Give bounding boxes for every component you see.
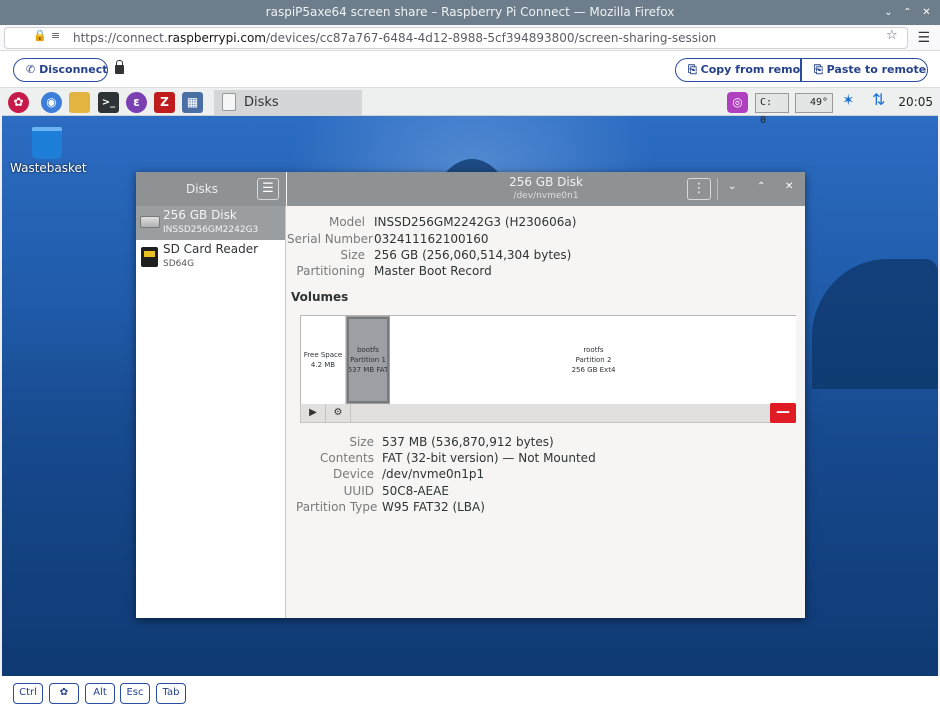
remote-screen[interactable]: ✿ ◉ >_ ε Z ▦ Disks ◎ C: 0 49° ✶ ⇅ 20:05 …	[2, 89, 938, 676]
volume-size-value: 537 MB (536,870,912 bytes)	[382, 435, 554, 449]
model-label: Model	[328, 215, 365, 229]
file-manager-icon[interactable]	[69, 92, 90, 113]
network-app-icon[interactable]: ▦	[182, 92, 203, 113]
partition-type-label: Partition Type	[296, 500, 378, 514]
drive-options-button[interactable]: ⋮	[687, 178, 711, 200]
sd-card-icon	[141, 247, 158, 267]
model-value: INSSD256GM2242G3 (H230606a)	[374, 215, 577, 229]
permissions-icon[interactable]: ≡	[51, 29, 60, 42]
mount-play-icon[interactable]: ▶	[301, 404, 326, 422]
browser-icon[interactable]: ◉	[41, 92, 62, 113]
window-close-icon[interactable]: ✕	[785, 181, 793, 192]
network-arrows-icon[interactable]: ⇅	[872, 90, 885, 109]
secure-lock-icon	[115, 60, 124, 74]
disks-window: Disks ☰ 256 GB Disk INSSD256GM2242G3 SD …	[136, 172, 805, 618]
window-minimize-icon[interactable]: ⌄	[728, 181, 736, 192]
clock[interactable]: 20:05	[898, 89, 933, 116]
window-maximize-icon[interactable]: ⌃	[757, 181, 765, 192]
address-field[interactable]: https://connect.raspberrypi.com/devices/…	[4, 27, 908, 49]
hard-disk-icon	[140, 216, 160, 228]
taskbar-task-disks[interactable]: Disks	[214, 90, 362, 115]
uuid-value: 50C8-AEAE	[382, 484, 449, 498]
connect-indicator-icon[interactable]: ◎	[727, 92, 748, 113]
copy-from-remote-button[interactable]: ⎘ Copy from remote	[675, 58, 813, 82]
device-item-sd-card-reader[interactable]: SD Card Reader SD64G	[136, 240, 285, 274]
size-label: Size	[340, 248, 365, 262]
temperature-monitor[interactable]: 49°	[795, 93, 833, 113]
disks-sidebar: Disks ☰ 256 GB Disk INSSD256GM2242G3 SD …	[136, 172, 286, 618]
window-controls: ⌄ ⌃ ✕	[883, 0, 932, 25]
sidebar-title: Disks	[185, 182, 219, 196]
bookmark-star-icon[interactable]: ☆	[886, 28, 898, 43]
device-value: /dev/nvme0n1p1	[382, 467, 485, 481]
pi-taskbar: ✿ ◉ >_ ε Z ▦ Disks ◎ C: 0 49° ✶ ⇅ 20:05	[2, 89, 938, 126]
raspberry-icon: ✿	[59, 687, 69, 698]
app-menu-icon[interactable]: ☰	[917, 30, 930, 46]
delete-partition-button[interactable]: —	[770, 403, 796, 423]
disconnect-button[interactable]: ✆ Disconnect	[13, 58, 108, 82]
url-path: /devices/cc87a767-6484-4d12-8988-5cf3948…	[265, 31, 717, 45]
size-value: 256 GB (256,060,514,304 bytes)	[374, 248, 572, 262]
partitioning-value: Master Boot Record	[374, 264, 492, 278]
phone-icon: ✆	[26, 63, 36, 76]
close-icon[interactable]: ✕	[921, 0, 932, 25]
contents-label: Contents	[320, 451, 374, 465]
filezilla-icon[interactable]: Z	[154, 92, 175, 113]
free-space-segment[interactable]: Free Space 4.2 MB	[301, 316, 346, 404]
alt-key-button[interactable]: Alt	[85, 683, 115, 704]
wastebasket-label[interactable]: Wastebasket	[10, 161, 87, 175]
url-host: raspberrypi.com	[167, 31, 266, 45]
terminal-icon[interactable]: >_	[98, 92, 119, 113]
clipboard-icon: ⎘	[688, 63, 697, 76]
volumes-heading: Volumes	[291, 290, 349, 304]
clipboard-paste-icon: ⎘	[814, 63, 823, 76]
lock-icon[interactable]: 🔒	[33, 29, 47, 42]
ctrl-key-button[interactable]: Ctrl	[13, 683, 43, 704]
partition-2-segment[interactable]: rootfs Partition 2 256 GB Ext4	[391, 316, 796, 404]
sidebar-menu-button[interactable]: ☰	[257, 178, 279, 200]
disk-header-bar: 256 GB Disk /dev/nvme0n1 ⋮ ⌄ ⌃ ✕	[287, 172, 805, 206]
special-keys-bar: Ctrl ✿ Alt Esc Tab	[0, 676, 940, 710]
header-separator	[717, 178, 718, 200]
esc-key-button[interactable]: Esc	[120, 683, 150, 704]
url-prefix: https://connect.	[73, 31, 168, 45]
serial-label: Serial Number	[287, 232, 373, 246]
url-bar: ◯ https://connect.raspberrypi.com/device…	[0, 25, 940, 51]
raspberry-menu-icon[interactable]: ✿	[8, 92, 29, 113]
partitioning-label: Partitioning	[296, 264, 365, 278]
raspberry-key-button[interactable]: ✿	[49, 683, 79, 704]
disk-device-path: /dev/nvme0n1	[513, 191, 579, 201]
maximize-icon[interactable]: ⌃	[902, 0, 913, 25]
minimize-icon[interactable]: ⌄	[883, 0, 894, 25]
volume-size-label: Size	[349, 435, 374, 449]
firefox-title-bar: raspiP5axe64 screen share – Raspberry Pi…	[0, 0, 940, 25]
partition-type-value: W95 FAT32 (LBA)	[382, 500, 485, 514]
gear-icon[interactable]: ⚙	[326, 404, 351, 422]
paste-to-remote-button[interactable]: ⎘ Paste to remote	[801, 58, 928, 82]
connect-toolbar: ✆ Disconnect ⎘ Copy from remote ⎘ Paste …	[0, 51, 940, 88]
volume-toolbar: ▶ ⚙ —	[300, 403, 796, 423]
bluetooth-icon[interactable]: ✶	[842, 91, 855, 109]
serial-value: 032411162100160	[374, 232, 489, 246]
contents-value: FAT (32-bit version) — Not Mounted	[382, 451, 596, 465]
disks-app-icon	[222, 93, 236, 111]
device-label: Device	[332, 467, 374, 481]
emacs-icon[interactable]: ε	[126, 92, 147, 113]
window-title: raspiP5axe64 screen share – Raspberry Pi…	[265, 5, 675, 19]
tab-key-button[interactable]: Tab	[156, 683, 186, 704]
uuid-label: UUID	[343, 484, 374, 498]
cpu-monitor[interactable]: C: 0	[755, 93, 789, 126]
device-item-256gb-disk[interactable]: 256 GB Disk INSSD256GM2242G3	[136, 206, 285, 240]
partition-1-segment[interactable]: bootfs Partition 1 537 MB FAT	[346, 316, 390, 404]
volume-map: Free Space 4.2 MB bootfs Partition 1 537…	[300, 315, 796, 405]
wastebasket-icon[interactable]	[32, 127, 62, 159]
